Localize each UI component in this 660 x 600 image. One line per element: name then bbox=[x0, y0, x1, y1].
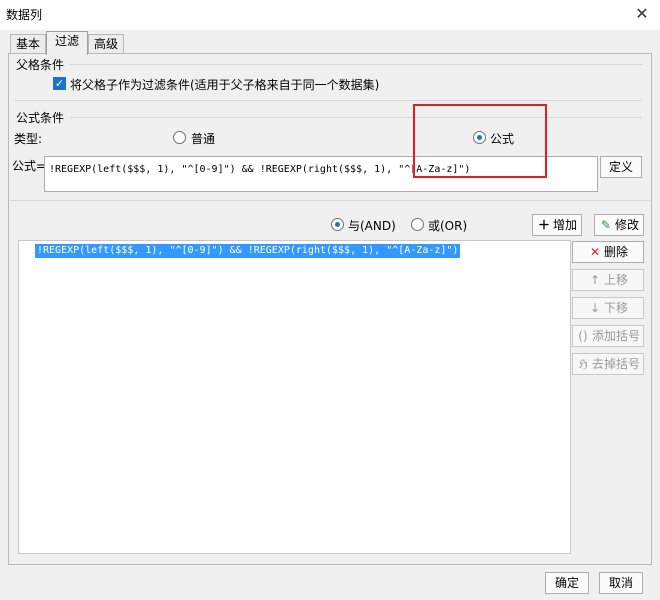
delete-button-label: 删除 bbox=[603, 245, 628, 259]
edit-icon: ✎ bbox=[600, 218, 612, 232]
radio-normal[interactable] bbox=[173, 131, 186, 144]
tab-advanced[interactable]: 高级 bbox=[88, 34, 124, 54]
divider bbox=[14, 100, 642, 101]
x-icon: ✕ bbox=[589, 245, 601, 259]
add-parentheses-button[interactable]: () 添加括号 bbox=[572, 325, 644, 347]
radio-and[interactable] bbox=[331, 218, 344, 231]
cancel-button[interactable]: 取消 bbox=[599, 572, 643, 594]
close-icon[interactable]: ✕ bbox=[632, 4, 652, 24]
arrow-down-icon: ↓ bbox=[589, 301, 601, 315]
remove-parentheses-button-label: 去掉括号 bbox=[591, 357, 640, 371]
conditions-list[interactable]: !REGEXP(left($$$, 1), "^[0-9]") && !REGE… bbox=[18, 240, 571, 554]
radio-and-label[interactable]: 与(AND) bbox=[348, 217, 396, 234]
type-label: 类型: bbox=[14, 132, 43, 146]
move-down-button-label: 下移 bbox=[603, 301, 628, 315]
tab-basic-label: 基本 bbox=[15, 37, 40, 51]
list-item[interactable]: !REGEXP(left($$$, 1), "^[0-9]") && !REGE… bbox=[35, 244, 461, 258]
divider bbox=[70, 117, 642, 118]
arrow-up-icon: ↑ bbox=[589, 273, 601, 287]
divider bbox=[10, 200, 650, 201]
tab-filter-label: 过滤 bbox=[54, 34, 79, 48]
parentheses-icon: () bbox=[578, 329, 588, 343]
radio-normal-label[interactable]: 普通 bbox=[191, 130, 215, 147]
ok-button[interactable]: 确定 bbox=[545, 572, 589, 594]
formula-text: !REGEXP(left($$$, 1), "^[0-9]") && !REGE… bbox=[49, 164, 471, 175]
radio-or[interactable] bbox=[411, 218, 424, 231]
window-titlebar: 数据列 ✕ bbox=[0, 0, 660, 30]
radio-or-label[interactable]: 或(OR) bbox=[428, 217, 467, 234]
highlight-box bbox=[413, 104, 547, 178]
cancel-button-label: 取消 bbox=[608, 576, 633, 590]
tab-advanced-label: 高级 bbox=[93, 37, 118, 51]
parent-condition-heading: 父格条件 bbox=[16, 58, 65, 72]
divider bbox=[70, 64, 642, 65]
move-up-button[interactable]: ↑ 上移 bbox=[572, 269, 644, 291]
remove-parentheses-button[interactable]: ℌ 去掉括号 bbox=[572, 353, 644, 375]
move-down-button[interactable]: ↓ 下移 bbox=[572, 297, 644, 319]
window-title: 数据列 bbox=[6, 8, 43, 22]
define-button-label: 定义 bbox=[608, 160, 633, 174]
list-item-text: !REGEXP(left($$$, 1), "^[0-9]") && !REGE… bbox=[37, 245, 459, 256]
formula-label: 公式= bbox=[12, 159, 47, 173]
ok-button-label: 确定 bbox=[554, 576, 579, 590]
modify-button[interactable]: ✎ 修改 bbox=[594, 214, 644, 236]
add-button[interactable]: ＋增加 bbox=[532, 214, 582, 236]
move-up-button-label: 上移 bbox=[603, 273, 628, 287]
tab-filter[interactable]: 过滤 bbox=[46, 31, 88, 55]
modify-button-label: 修改 bbox=[614, 218, 639, 232]
plus-icon: ＋ bbox=[537, 218, 550, 232]
parent-filter-checkbox-label: 将父格子作为过滤条件(适用于父子格来自于同一个数据集) bbox=[70, 78, 380, 92]
parent-filter-checkbox[interactable]: ✓ bbox=[53, 77, 66, 90]
remove-parentheses-icon: ℌ bbox=[578, 357, 588, 371]
formula-condition-heading: 公式条件 bbox=[16, 111, 65, 125]
tab-basic[interactable]: 基本 bbox=[10, 34, 46, 54]
delete-button[interactable]: ✕ 删除 bbox=[572, 241, 644, 263]
define-button[interactable]: 定义 bbox=[600, 156, 642, 178]
add-button-label: 增加 bbox=[552, 218, 577, 232]
add-parentheses-button-label: 添加括号 bbox=[591, 329, 640, 343]
